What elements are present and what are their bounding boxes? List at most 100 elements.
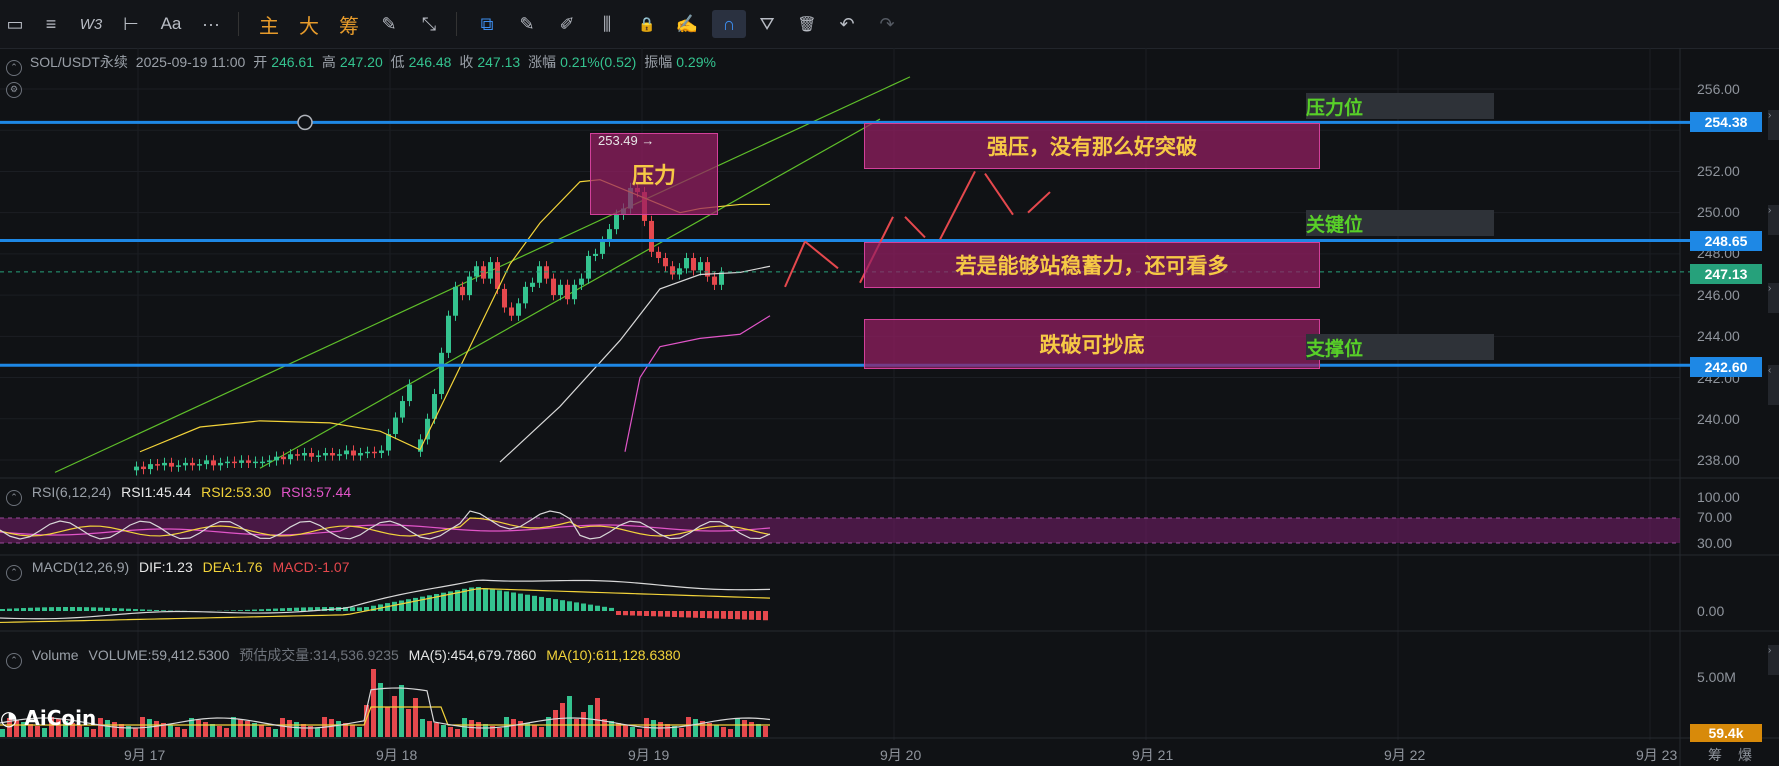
macd-bar: [357, 607, 362, 611]
large-order-button[interactable]: 大: [294, 10, 324, 38]
chip-toggle[interactable]: 筹: [1708, 745, 1722, 765]
volume-name[interactable]: Volume: [32, 647, 79, 663]
break-buy-text: 跌破可抄底: [1039, 333, 1145, 357]
hline-tool-icon[interactable]: ⊢: [116, 10, 146, 38]
forecast-arrow: [984, 172, 1014, 216]
candle-body: [155, 464, 160, 466]
collapse-icon[interactable]: ⌃: [6, 565, 22, 581]
amp-label: 振幅: [644, 54, 673, 70]
candle-body: [176, 465, 181, 467]
macd-bar: [252, 609, 257, 611]
toolbar-divider: [238, 12, 239, 36]
price-tick: 240.00: [1697, 411, 1740, 427]
ruler-icon[interactable]: ✎: [512, 10, 542, 38]
macd-bar: [637, 611, 642, 616]
candles-icon[interactable]: ⫼: [592, 10, 622, 38]
candle-body: [670, 266, 675, 275]
pen-icon[interactable]: ✐: [552, 10, 582, 38]
rsi1-value: RSI1:45.44: [121, 484, 192, 500]
chip-distribution-button[interactable]: 筹: [334, 10, 364, 38]
side-handle[interactable]: ›: [1768, 205, 1779, 235]
rsi-name[interactable]: RSI(6,12,24): [32, 484, 111, 500]
copy-icon[interactable]: ⧉: [472, 10, 502, 38]
macd-bar: [413, 597, 418, 611]
candle-body: [253, 461, 258, 464]
more-icon[interactable]: ···: [196, 10, 226, 38]
volume-bar: [637, 729, 642, 737]
macd-name[interactable]: MACD(12,26,9): [32, 559, 129, 575]
candle-body: [523, 286, 528, 304]
volume-bar: [714, 725, 719, 737]
candle-body: [663, 258, 668, 267]
volume-bar: [511, 719, 516, 737]
volume-bar: [210, 724, 215, 737]
candle-body: [509, 307, 514, 316]
candle-body: [439, 352, 444, 395]
macd-bar: [14, 608, 19, 611]
measure-icon[interactable]: ⤡: [414, 10, 444, 38]
volume-bar: [497, 728, 502, 737]
volume-legend: ⌃ Volume VOLUME:59,412.5300 预估成交量:314,53…: [6, 645, 687, 669]
rect-tool-icon[interactable]: ▭: [0, 10, 30, 38]
price-tick: 252.00: [1697, 163, 1740, 179]
filter-icon[interactable]: ⛛: [752, 10, 782, 38]
settings-icon[interactable]: ⚙: [6, 76, 26, 98]
price-tick: 244.00: [1697, 328, 1740, 344]
trash-icon[interactable]: 🗑: [792, 10, 822, 38]
macd-bar: [476, 587, 481, 611]
volume-bar: [273, 729, 278, 737]
edit-icon[interactable]: ✎: [374, 10, 404, 38]
collapse-icon[interactable]: ⌃: [6, 653, 22, 669]
note-icon[interactable]: ✍: [672, 10, 702, 38]
volume-bar: [399, 685, 404, 737]
strong-pressure-box[interactable]: 强压，没有那么好突破: [864, 123, 1320, 169]
rsi2-value: RSI2:53.30: [201, 484, 272, 500]
est-volume-value: 预估成交量:314,536.9235: [239, 647, 399, 663]
side-handle[interactable]: ‹: [1768, 365, 1779, 405]
drawing-toolbar: ▭ ≡ W3 ⊢ Aa ··· 主 大 筹 ✎ ⤡ ⧉ ✎ ✐ ⫼ 🔒 ✍ ∩ …: [0, 0, 1779, 49]
candle-body: [246, 460, 251, 463]
side-handle[interactable]: ›: [1768, 645, 1779, 675]
open-value: 246.61: [271, 54, 315, 70]
date-label: 9月 23: [1636, 747, 1678, 763]
low-value: 246.48: [408, 54, 452, 70]
macd-bar: [616, 611, 621, 615]
candle-body: [712, 276, 717, 285]
liquidation-toggle[interactable]: 爆: [1738, 745, 1752, 765]
main-chart-button[interactable]: 主: [254, 10, 284, 38]
candle-body: [425, 418, 430, 440]
volume-bar: [532, 725, 537, 737]
magnet-icon[interactable]: ∩: [712, 10, 746, 38]
macd-bar: [84, 607, 89, 611]
collapse-icon[interactable]: ⌃: [6, 490, 22, 506]
undo-icon[interactable]: ↶: [832, 10, 862, 38]
lines-tool-icon[interactable]: ≡: [36, 10, 66, 38]
macd-bar: [665, 611, 670, 617]
candle-body: [516, 303, 521, 316]
volume-bar: [147, 719, 152, 737]
wave-tool-icon[interactable]: W3: [76, 10, 106, 38]
macd-bar: [728, 611, 733, 619]
hold-above-box[interactable]: 若是能够站稳蓄力，还可看多: [864, 242, 1320, 288]
volume-bar: [329, 719, 334, 737]
collapse-icon[interactable]: ⌃: [6, 60, 22, 76]
side-handle[interactable]: ›: [1768, 283, 1779, 313]
candle-body: [162, 462, 167, 466]
macd-bar: [28, 607, 33, 611]
side-handle[interactable]: ›: [1768, 110, 1779, 140]
volume-bar: [406, 709, 411, 737]
candle-body: [274, 456, 279, 461]
candle-body: [316, 455, 321, 457]
hold-above-text: 若是能够站稳蓄力，还可看多: [955, 254, 1229, 278]
macd-bar: [280, 608, 285, 611]
aicoin-logo: ◔ AiCoin: [0, 706, 97, 730]
symbol-label[interactable]: SOL/USDT永续: [30, 54, 128, 70]
text-tool-icon[interactable]: Aa: [156, 10, 186, 38]
dif-value: DIF:1.23: [139, 559, 193, 575]
redo-icon[interactable]: ↷: [872, 10, 902, 38]
lock-icon[interactable]: 🔒: [632, 10, 662, 38]
macd-bar: [672, 611, 677, 617]
candle-body: [481, 266, 486, 279]
candle-body: [719, 272, 724, 285]
break-buy-box[interactable]: 跌破可抄底: [864, 319, 1320, 369]
